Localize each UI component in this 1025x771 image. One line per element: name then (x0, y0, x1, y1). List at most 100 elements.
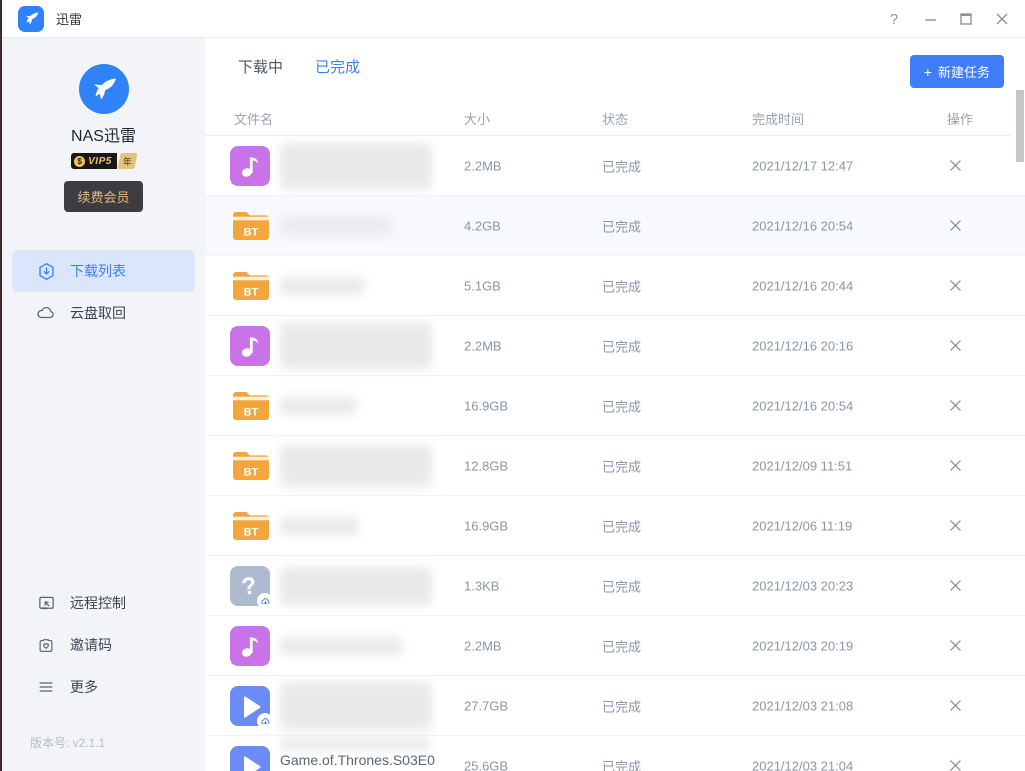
blurred-filename (280, 637, 402, 655)
delete-task-button[interactable] (941, 392, 969, 420)
sidebar-item-label: 云盘取回 (70, 303, 126, 323)
table-header: 文件名 大小 状态 完成时间 操作 (205, 98, 1011, 136)
version-label: 版本号: v2.1.1 (2, 708, 205, 771)
close-button[interactable] (991, 8, 1013, 30)
scrollbar-thumb[interactable] (1016, 90, 1024, 162)
download-list-icon (36, 261, 56, 281)
filename-cell (280, 436, 460, 496)
music-file-icon (230, 326, 272, 366)
vip-badge: $ VIP5 年 (71, 153, 136, 169)
vip-year-tag: 年 (117, 153, 137, 169)
bt-file-icon: BT (230, 506, 272, 546)
cloud-download-badge-icon (257, 593, 273, 609)
blurred-filename (280, 517, 358, 535)
delete-task-button[interactable] (941, 332, 969, 360)
table-row[interactable]: 27.7GB已完成2021/12/03 21:08 (205, 676, 1025, 736)
status-text: 已完成 (602, 516, 641, 535)
finished-time: 2021/12/06 11:19 (752, 518, 852, 533)
table-row[interactable]: BT16.9GB已完成2021/12/16 20:54 (205, 376, 1025, 436)
sidebar-item-bottom-1[interactable]: 邀请码 (12, 624, 195, 666)
file-size: 25.6GB (464, 758, 508, 771)
sidebar-item-label: 远程控制 (70, 593, 126, 613)
blurred-filename (280, 738, 430, 750)
blurred-filename (280, 217, 392, 235)
svg-text:BT: BT (244, 287, 259, 299)
blurred-filename (280, 143, 432, 189)
finished-time: 2021/12/17 12:47 (752, 158, 853, 173)
help-icon[interactable]: ? (883, 8, 905, 30)
delete-task-button[interactable] (941, 272, 969, 300)
cloud-download-badge-icon (257, 713, 273, 729)
invite-code-icon (36, 635, 56, 655)
more-icon (36, 677, 56, 697)
titlebar: 迅雷 ? (2, 0, 1025, 38)
new-task-button[interactable]: + 新建任务 (910, 55, 1004, 88)
finished-time: 2021/12/16 20:54 (752, 218, 853, 233)
delete-task-button[interactable] (941, 512, 969, 540)
renew-membership-button[interactable]: 续费会员 (64, 181, 142, 212)
table-row[interactable]: BT5.1GB已完成2021/12/16 20:44 (205, 256, 1025, 316)
sidebar-item-label: 下载列表 (70, 261, 126, 281)
status-text: 已完成 (602, 636, 641, 655)
cloud-retrieve-icon (36, 303, 56, 323)
bt-file-icon: BT (230, 266, 272, 306)
file-size: 16.9GB (464, 398, 508, 413)
sidebar-item-top-1[interactable]: 云盘取回 (12, 292, 195, 334)
col-finished-time: 完成时间 (752, 109, 804, 128)
sidebar-item-label: 邀请码 (70, 635, 112, 655)
sidebar-menu-top: 下载列表云盘取回 (2, 250, 205, 334)
file-size: 16.9GB (464, 518, 508, 533)
minimize-button[interactable] (919, 8, 941, 30)
remote-control-icon (36, 593, 56, 613)
table-row[interactable]: 2.2MB 已完成 2021/12/16 20:16 (205, 316, 1025, 376)
music-file-icon (230, 626, 272, 666)
tab-1[interactable]: 已完成 (315, 56, 360, 77)
bt-file-icon: BT (230, 446, 272, 486)
delete-task-button[interactable] (941, 692, 969, 720)
blurred-filename (280, 682, 432, 730)
status-text: 已完成 (602, 756, 641, 771)
status-text: 已完成 (602, 456, 641, 475)
blurred-filename (280, 323, 432, 369)
finished-time: 2021/12/03 20:23 (752, 578, 853, 593)
table-row[interactable]: BT 16.9GB 已完成 2021/12/06 11:19 (205, 496, 1025, 556)
filename-cell (280, 256, 460, 316)
finished-time: 2021/12/09 11:51 (752, 458, 852, 473)
file-size: 1.3KB (464, 578, 499, 593)
status-text: 已完成 (602, 336, 641, 355)
col-action: 操作 (947, 109, 973, 128)
col-filename: 文件名 (234, 109, 273, 128)
status-text: 已完成 (602, 216, 641, 235)
sidebar-item-bottom-0[interactable]: 远程控制 (12, 582, 195, 624)
table-row[interactable]: BT4.2GB已完成2021/12/16 20:54 (205, 196, 1025, 256)
nas-thunder-logo-icon (79, 64, 129, 114)
table-row[interactable]: 2.2MB已完成2021/12/03 20:19 (205, 616, 1025, 676)
table-row[interactable]: 2.2MB已完成2021/12/17 12:47 (205, 136, 1025, 196)
tab-bar: 下载中 已完成 (238, 56, 360, 77)
table-row[interactable]: ?1.3KB已完成2021/12/03 20:23 (205, 556, 1025, 616)
blurred-filename (280, 445, 432, 487)
delete-task-button[interactable] (941, 152, 969, 180)
finished-time: 2021/12/03 21:04 (752, 758, 853, 771)
maximize-button[interactable] (955, 8, 977, 30)
sidebar-item-bottom-2[interactable]: 更多 (12, 666, 195, 708)
tab-0[interactable]: 下载中 (238, 56, 283, 77)
delete-task-button[interactable] (941, 752, 969, 771)
file-size: 12.8GB (464, 458, 508, 473)
table-row[interactable]: Game.of.Thrones.S03E08.The.Rules.of.Syst… (205, 736, 1025, 771)
download-list: 2.2MB已完成2021/12/17 12:47BT4.2GB已完成2021/1… (205, 136, 1025, 771)
finished-time: 2021/12/03 21:08 (752, 698, 853, 713)
delete-task-button[interactable] (941, 212, 969, 240)
delete-task-button[interactable] (941, 632, 969, 660)
finished-time: 2021/12/16 20:16 (752, 338, 853, 353)
file-size: 2.2MB (464, 338, 502, 353)
sidebar-item-top-0[interactable]: 下载列表 (12, 250, 195, 292)
table-row[interactable]: BT 12.8GB 已完成 2021/12/09 11:51 (205, 436, 1025, 496)
status-text: 已完成 (602, 156, 641, 175)
delete-task-button[interactable] (941, 452, 969, 480)
filename-cell (280, 196, 460, 256)
vip-level: VIP5 (88, 156, 112, 167)
plus-icon: + (924, 64, 932, 80)
delete-task-button[interactable] (941, 572, 969, 600)
filename-cell (280, 616, 460, 676)
